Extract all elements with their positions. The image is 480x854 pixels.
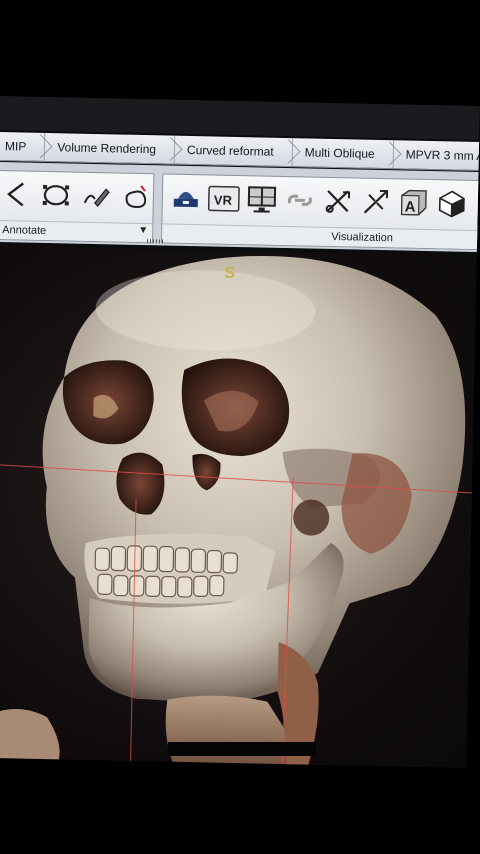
- svg-text:A: A: [405, 199, 416, 216]
- link-icon[interactable]: [283, 183, 318, 218]
- toolbar: Annotate ▼ VR A Visualization: [0, 161, 480, 253]
- line-tool-icon[interactable]: [0, 177, 33, 212]
- svg-text:VR: VR: [214, 193, 233, 208]
- vr-icon[interactable]: VR: [207, 181, 242, 216]
- annotate-group-label: Annotate ▼: [0, 219, 153, 243]
- annotate-group: Annotate ▼: [0, 169, 155, 244]
- skull-volume-rendering: [0, 255, 466, 768]
- cube-icon[interactable]: [434, 186, 469, 221]
- annotate-label: Annotate: [2, 224, 47, 237]
- annotate-dropdown-icon[interactable]: ▼: [138, 222, 148, 240]
- phone-overlay-bar: [168, 742, 316, 756]
- layout-grid-icon[interactable]: [245, 182, 280, 217]
- tab-curved-reformat[interactable]: Curved reformat: [174, 135, 293, 167]
- pen-icon[interactable]: [79, 179, 114, 214]
- tab-multi-oblique[interactable]: Multi Oblique: [292, 138, 394, 169]
- tab-mpvr-average[interactable]: MPVR 3 mm Average: [393, 140, 480, 172]
- freehand-roi-icon[interactable]: [119, 180, 154, 215]
- visualization-group-label: Visualization: [161, 223, 480, 250]
- visualization-group: VR A Visualization: [160, 173, 480, 251]
- annotation-a-icon[interactable]: A: [397, 185, 432, 220]
- toolbar-grip[interactable]: [146, 239, 166, 244]
- scissors-icon[interactable]: [321, 184, 356, 219]
- tab-volume-rendering[interactable]: Volume Rendering: [44, 132, 176, 164]
- scanner-icon[interactable]: [169, 181, 204, 216]
- tab-mip[interactable]: MIP: [0, 131, 46, 161]
- 3d-viewport[interactable]: S: [0, 245, 480, 768]
- cut-plane-icon[interactable]: [359, 185, 394, 220]
- ellipse-roi-icon[interactable]: [39, 178, 74, 213]
- monitor-screen: MIP Volume Rendering Curved reformat Mul…: [0, 96, 480, 768]
- orientation-marker: S: [224, 264, 236, 282]
